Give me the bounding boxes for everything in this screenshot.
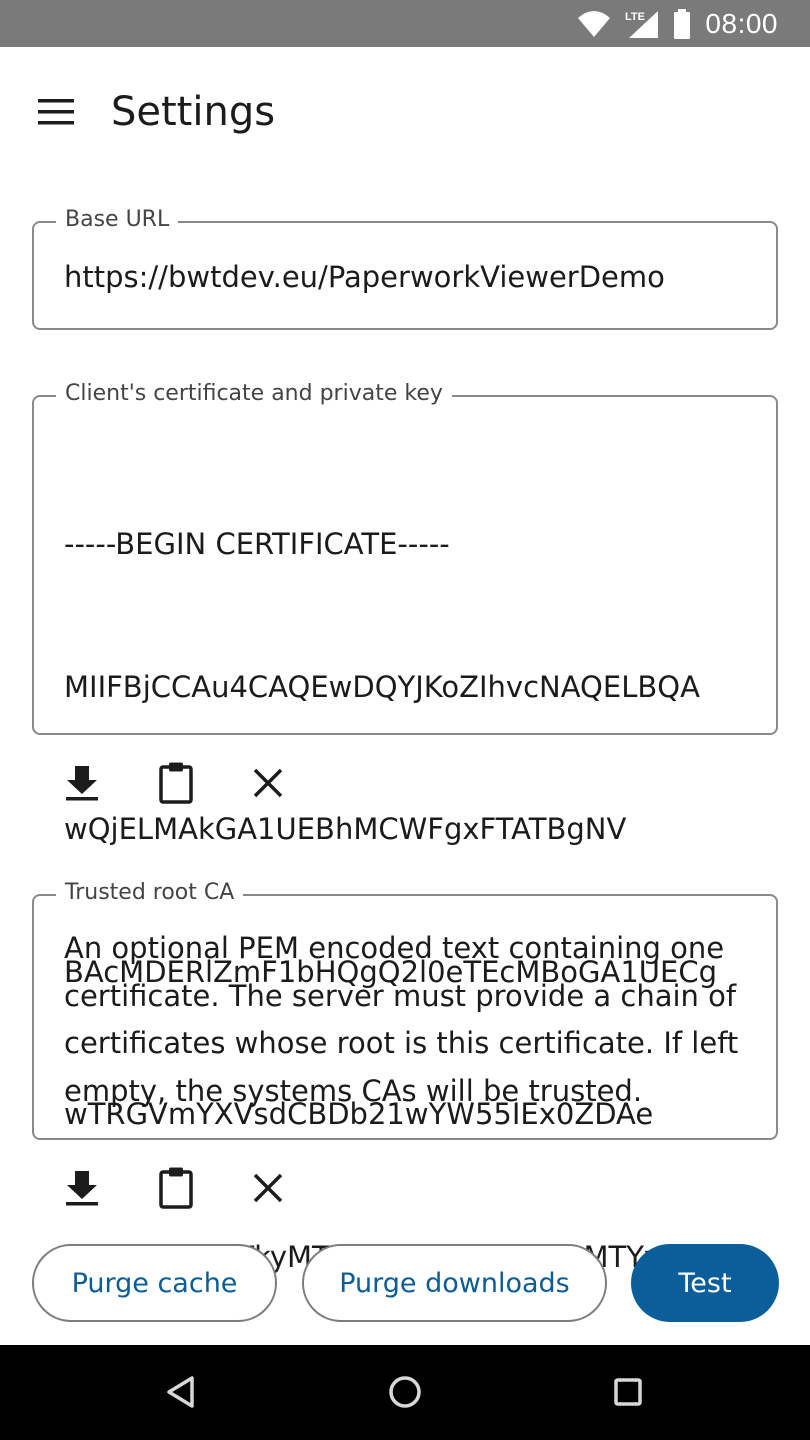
certificate-line: MIIFBjCCAu4CAQEwDQYJKoZIhvcNAQELBQA — [64, 669, 700, 704]
lte-label: LTE — [625, 11, 645, 23]
test-button[interactable]: Test — [631, 1244, 779, 1322]
download-icon[interactable] — [60, 761, 104, 805]
base-url-value[interactable]: https://bwtdev.eu/PaperworkViewerDemo — [64, 254, 756, 301]
recents-icon[interactable] — [603, 1367, 653, 1417]
status-bar: LTE 08:00 — [0, 0, 810, 47]
lte-signal-icon: LTE — [625, 10, 659, 38]
client-certificate-actions — [60, 761, 320, 811]
menu-icon[interactable] — [34, 92, 78, 132]
purge-downloads-button[interactable]: Purge downloads — [302, 1244, 607, 1322]
client-certificate-label: Client's certificate and private key — [56, 381, 452, 406]
wifi-icon — [578, 10, 611, 37]
clear-icon[interactable] — [246, 1166, 290, 1210]
navigation-bar — [0, 1345, 810, 1440]
purge-cache-button[interactable]: Purge cache — [32, 1244, 277, 1322]
home-icon[interactable] — [380, 1367, 430, 1417]
certificate-line: -----BEGIN CERTIFICATE----- — [64, 527, 450, 561]
trusted-root-ca-actions — [60, 1166, 320, 1216]
trusted-root-ca-label: Trusted root CA — [56, 880, 244, 905]
base-url-label: Base URL — [56, 207, 179, 232]
certificate-line: wQjELMAkGA1UEBhMCWFgxFTATBgNV — [64, 812, 627, 846]
purge-cache-label: Purge cache — [71, 1267, 238, 1299]
page-title: Settings — [111, 89, 276, 135]
status-icons: LTE 08:00 — [577, 0, 778, 47]
app-bar: Settings — [0, 47, 810, 177]
download-icon[interactable] — [60, 1166, 104, 1210]
paste-icon[interactable] — [154, 1166, 198, 1210]
status-time: 08:00 — [705, 7, 778, 39]
purge-downloads-label: Purge downloads — [339, 1267, 570, 1299]
back-icon[interactable] — [156, 1367, 206, 1417]
trusted-root-ca-field[interactable]: Trusted root CA An optional PEM encoded … — [32, 880, 778, 1140]
base-url-field[interactable]: Base URL https://bwtdev.eu/PaperworkView… — [32, 207, 778, 330]
paste-icon[interactable] — [154, 761, 198, 805]
battery-icon — [674, 8, 691, 39]
clear-icon[interactable] — [246, 761, 290, 805]
trusted-root-ca-placeholder[interactable]: An optional PEM encoded text containing … — [64, 925, 756, 1115]
test-label: Test — [678, 1267, 732, 1299]
client-certificate-field[interactable]: Client's certificate and private key ---… — [32, 381, 778, 1274]
